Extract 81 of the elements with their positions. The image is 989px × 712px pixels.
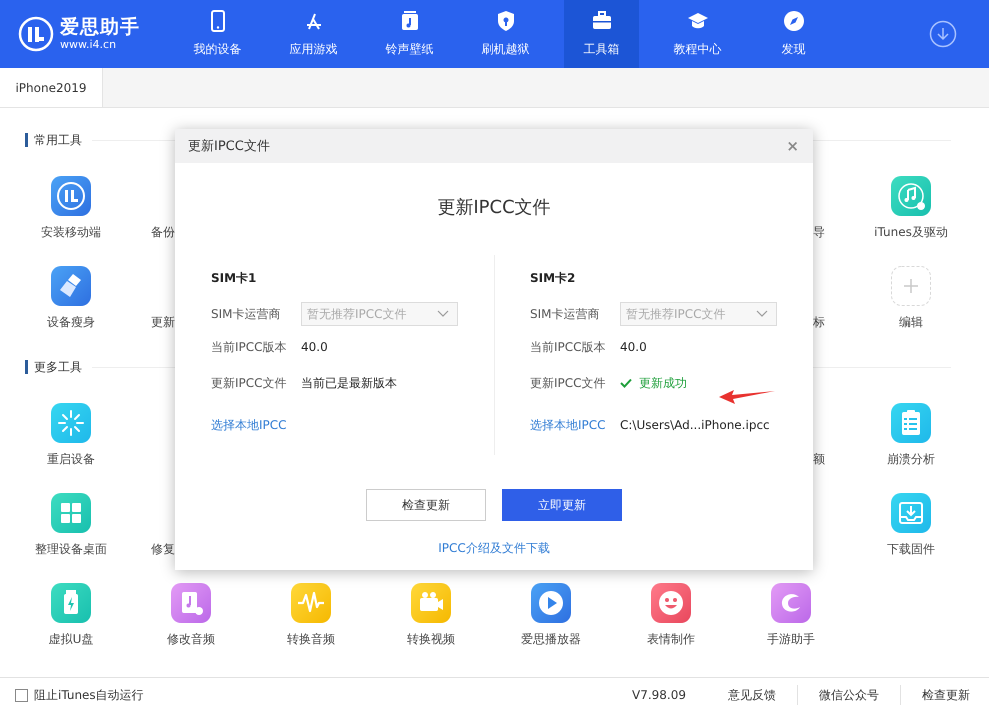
tool-label: 下载固件 [887,541,935,557]
chevron-icon [437,310,449,318]
tool-label: 手游助手 [767,631,815,647]
tool-label: 修改音频 [167,631,215,647]
tool-label: 爱思播放器 [521,631,581,647]
pointer-arrow [718,387,776,405]
burst-icon[interactable] [51,403,91,443]
download-tray-icon[interactable] [891,493,931,533]
version-value: 40.0 [301,339,328,355]
tool-label: iTunes及驱动 [874,224,948,240]
video-camera-icon[interactable] [411,583,451,623]
nav-tab[interactable]: 工具箱 [564,0,639,68]
section-title: 常用工具 [34,132,82,148]
nav-tab[interactable]: 发现 [756,0,831,68]
tool-label: 重启设备 [47,451,95,467]
tool-label: 备份 [151,224,175,240]
tool-label: 设备瘦身 [47,314,95,330]
check-update-button[interactable]: 检查更新 [366,489,486,521]
music-note-icon[interactable] [891,176,931,216]
chevron-icon [756,310,768,318]
smiley-icon[interactable] [651,583,691,623]
download-icon[interactable] [929,20,957,48]
tool-label: 安装移动端 [41,224,101,240]
ring-icon[interactable] [51,176,91,216]
nav-tab[interactable]: 教程中心 [660,0,735,68]
app-url: www.i4.cn [60,38,118,52]
nav-tab[interactable]: 应用游戏 [276,0,351,68]
version-text: V7.98.09 [632,688,686,702]
plus-icon[interactable] [891,266,931,306]
section-title: 更多工具 [34,358,82,376]
tool-label: 更新 [151,314,175,330]
nav-tab[interactable]: 我的设备 [180,0,255,68]
tool-label: 导 [813,224,825,240]
update-status: 当前已是最新版本 [301,375,397,391]
version-value: 40.0 [620,339,647,355]
nav-tab[interactable]: 铃声壁纸 [372,0,447,68]
tool-label: 转换音频 [287,631,335,647]
checkbox-label: 阻止iTunes自动运行 [34,686,144,704]
check-icon [620,378,632,388]
tool-label: 整理设备桌面 [35,541,107,557]
close-button[interactable]: × [784,137,801,155]
sim-title: SIM卡1 [211,270,258,286]
dialog-heading: 更新IPCC文件 [436,196,552,220]
local-file-link[interactable]: 选择本地IPCC [530,417,620,433]
tool-label: 额 [813,451,825,467]
field-label: SIM卡运营商 [530,306,601,322]
tool-label: 崩溃分析 [887,451,935,467]
device-tab[interactable]: iPhone2019 [0,68,103,107]
waveform-icon[interactable] [291,583,331,623]
sim-title: SIM卡2 [530,270,576,286]
logo-icon [18,16,54,52]
tool-label: 编辑 [899,314,923,330]
clipboard-icon[interactable] [891,403,931,443]
footer-link[interactable]: 意见反馈 [707,685,797,705]
tool-label: 修复 [151,541,175,557]
tool-label: 虚拟U盘 [48,631,94,647]
tool-label: 标 [813,314,825,330]
footer-link[interactable]: 微信公众号 [797,685,900,705]
grid-icon[interactable] [51,493,91,533]
tool-label: 转换视频 [407,631,455,647]
toolbox-icon [590,10,612,32]
compass-icon [782,10,804,32]
field-label: 更新IPCC文件 [211,375,288,391]
music-file-icon[interactable] [171,583,211,623]
app-name: 爱思助手 [60,16,140,38]
file-path: C:\Users\Ad...iPhone.ipcc [620,417,770,433]
update-now-button[interactable]: 立即更新 [502,489,622,521]
usb-drive-icon[interactable] [51,583,91,623]
play-icon[interactable] [531,583,571,623]
update-status: 更新成功 [639,375,687,391]
field-label: 当前IPCC版本 [211,339,288,355]
local-file-link[interactable]: 选择本地IPCC [211,417,301,433]
field-label: 当前IPCC版本 [530,339,607,355]
dialog-title: 更新IPCC文件 [188,138,270,155]
footer-link[interactable]: 检查更新 [900,685,970,705]
checkbox[interactable] [15,688,28,702]
download-link[interactable]: IPCC介绍及文件下载 [438,540,550,557]
field-label: SIM卡运营商 [211,306,282,322]
nav-tab[interactable]: 刷机越狱 [468,0,543,68]
field-label: 更新IPCC文件 [530,375,607,391]
tool-label: 表情制作 [647,631,695,647]
